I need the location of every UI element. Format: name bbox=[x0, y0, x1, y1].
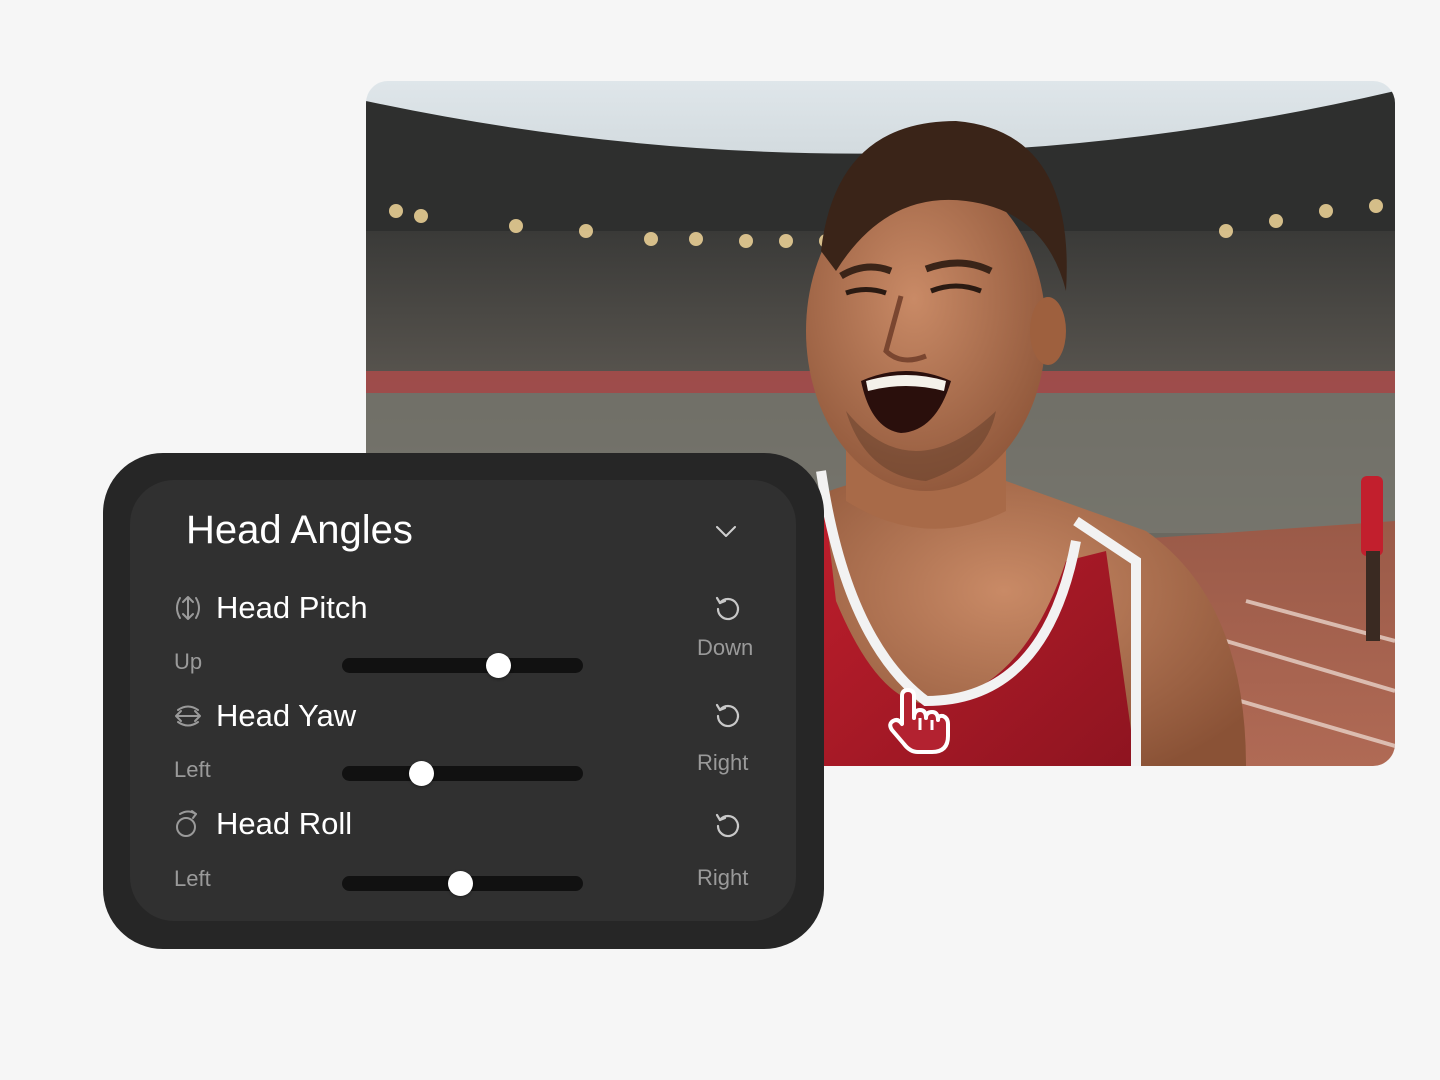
head-pitch-title: Head Pitch bbox=[216, 590, 368, 625]
head-roll-slider[interactable] bbox=[342, 871, 583, 896]
head-roll-slider-thumb[interactable] bbox=[447, 871, 473, 896]
head-yaw-slider[interactable] bbox=[342, 761, 583, 786]
roll-icon bbox=[176, 810, 197, 837]
yaw-max-label: Right bbox=[697, 750, 749, 775]
head-roll-title: Head Roll bbox=[216, 806, 353, 841]
pitch-min-label: Up bbox=[174, 649, 203, 674]
head-pitch-slider-thumb[interactable] bbox=[486, 653, 512, 678]
pitch-max-label: Down bbox=[697, 635, 754, 660]
head-pitch-slider[interactable] bbox=[342, 653, 583, 678]
head-yaw-title: Head Yaw bbox=[216, 698, 357, 733]
chevron-down-icon bbox=[716, 526, 736, 537]
hand-pointer-icon bbox=[888, 688, 950, 754]
head-yaw-slider-thumb[interactable] bbox=[409, 761, 435, 786]
roll-reset-button[interactable] bbox=[712, 809, 744, 841]
roll-min-label: Left bbox=[174, 866, 211, 891]
pitch-icon bbox=[176, 596, 200, 620]
roll-max-label: Right bbox=[697, 865, 749, 890]
yaw-icon bbox=[175, 705, 201, 727]
collapse-button[interactable] bbox=[710, 516, 742, 548]
panel-title: Head Angles bbox=[186, 508, 413, 552]
yaw-reset-button[interactable] bbox=[712, 699, 744, 731]
pitch-reset-button[interactable] bbox=[712, 592, 744, 624]
yaw-min-label: Left bbox=[174, 757, 211, 782]
